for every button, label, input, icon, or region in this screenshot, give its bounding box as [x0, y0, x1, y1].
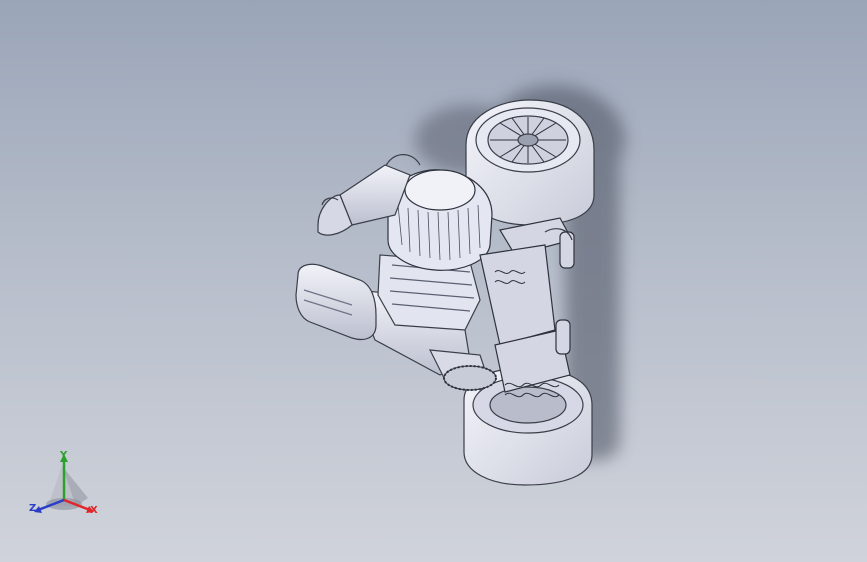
spur-gear[interactable] — [443, 365, 497, 391]
y-axis-label: Y — [60, 450, 68, 461]
cad-model-view[interactable] — [0, 0, 867, 562]
graphics-viewport[interactable]: Y X Z — [0, 0, 867, 562]
side-cover[interactable] — [295, 263, 377, 341]
x-axis-label: X — [90, 505, 98, 516]
suspension-arms[interactable] — [479, 217, 575, 393]
z-axis-label: Z — [29, 503, 37, 514]
